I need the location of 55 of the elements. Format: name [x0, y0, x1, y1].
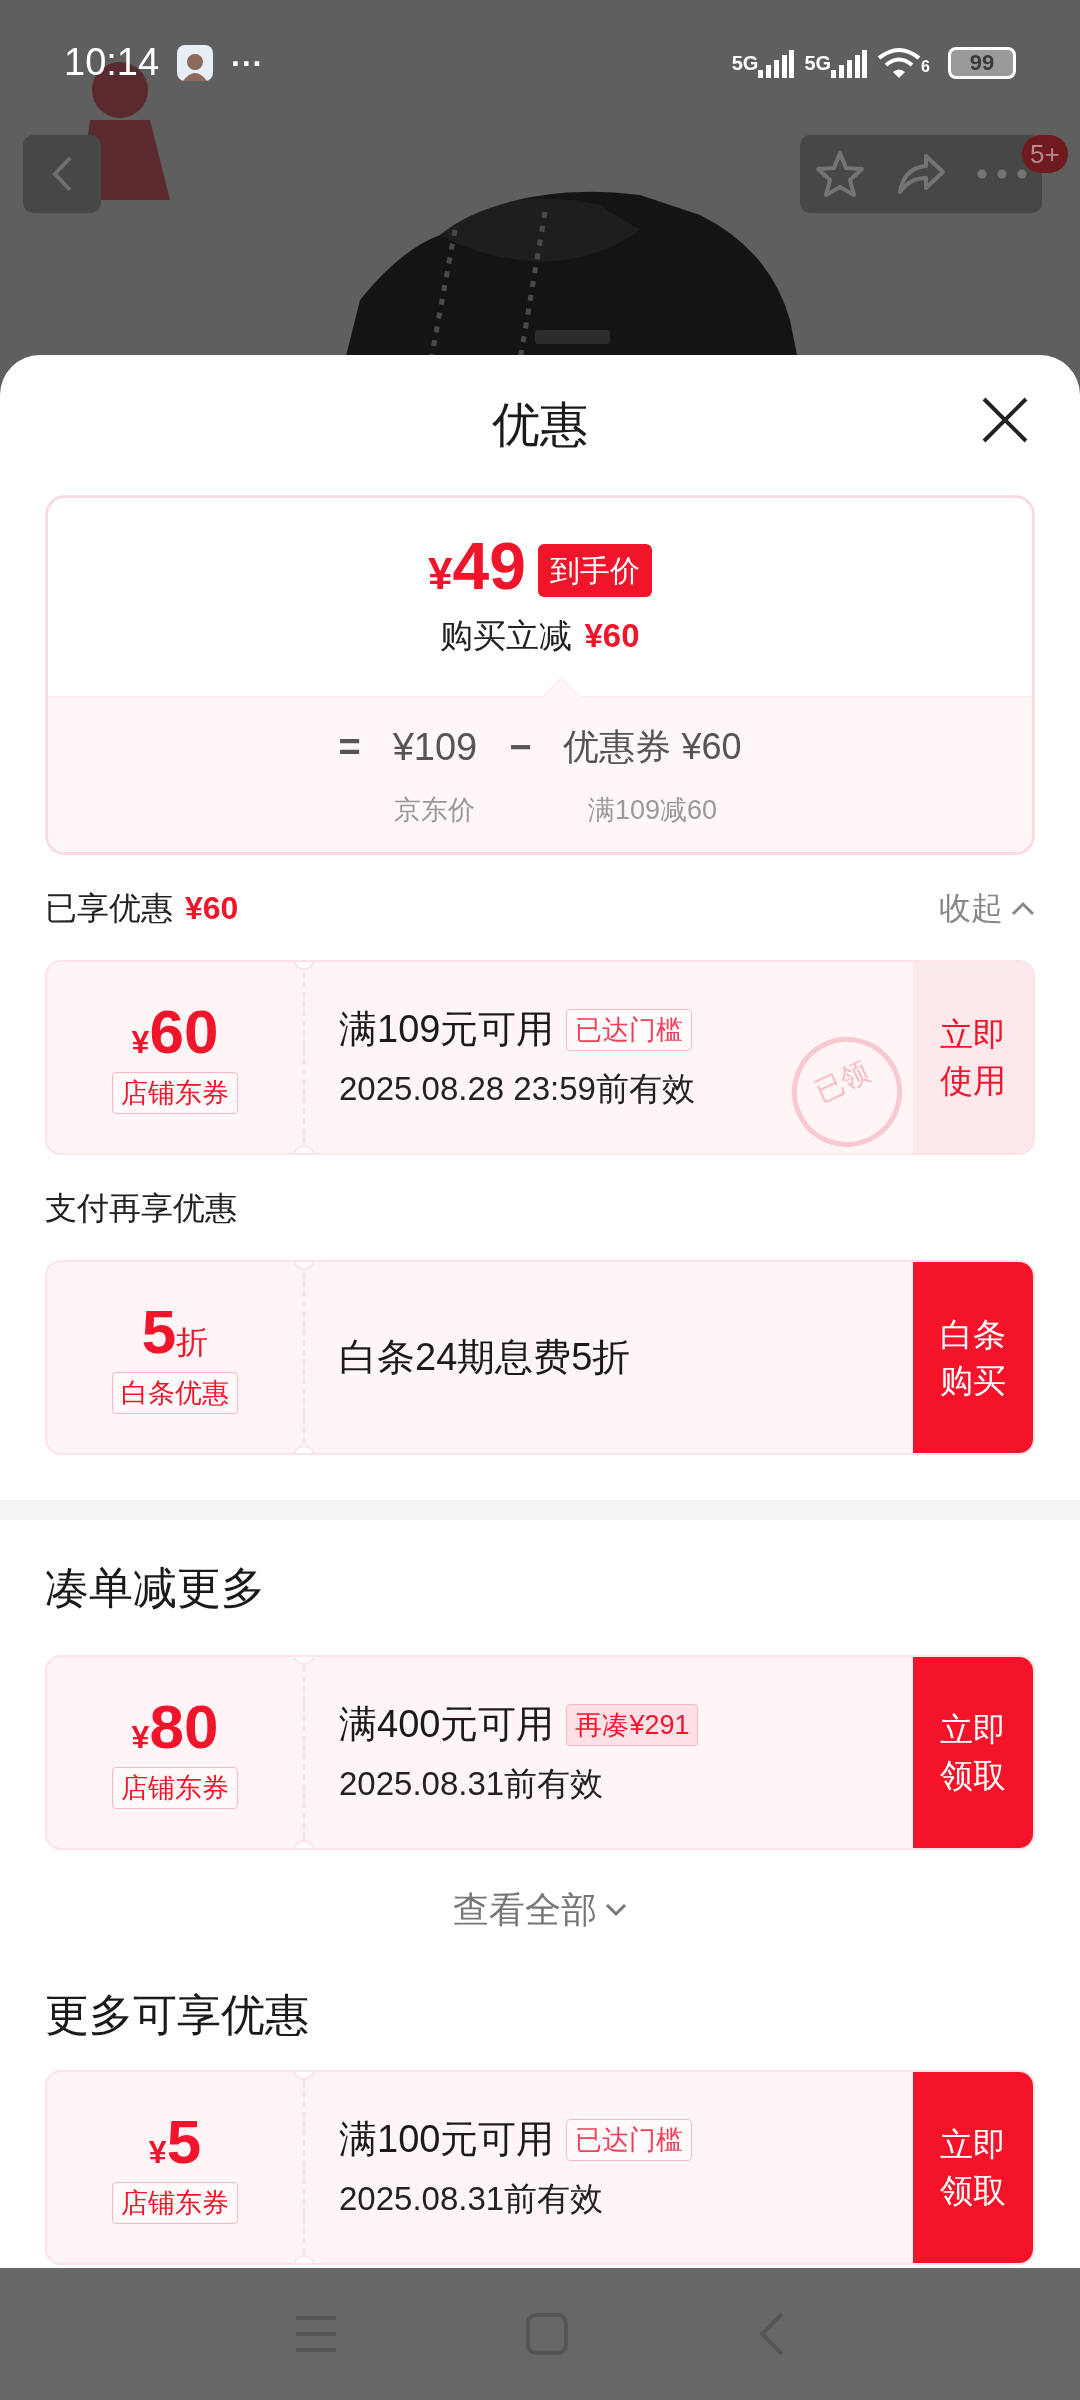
chevron-down-icon	[605, 1903, 627, 1917]
threshold-badge: 已达门槛	[566, 1008, 693, 1051]
more-notifications-icon: ···	[231, 38, 264, 87]
view-all-link[interactable]: 查看全部	[453, 1883, 627, 1937]
equals-sign: =	[338, 724, 361, 770]
signal-icon	[758, 49, 795, 78]
action-button[interactable]: 立即领取	[913, 1657, 1033, 1848]
coupon-value: ¥60	[131, 1000, 219, 1066]
collapse-toggle[interactable]: 收起	[939, 883, 1035, 932]
signal-icon	[831, 49, 868, 78]
coupon-tag: 店铺东券	[112, 1766, 238, 1810]
close-button[interactable]	[980, 395, 1030, 445]
applied-amount: ¥60	[185, 888, 239, 928]
price-tag: 到手价	[537, 543, 652, 597]
section-heading: 凑单减更多	[45, 1561, 265, 1614]
section-heading: 更多可享优惠	[45, 1989, 309, 2041]
coupon-condition: 白条24期息费5折	[339, 1335, 631, 1380]
section-label: 支付再享优惠	[45, 1188, 237, 1228]
coupon-tag: 店铺东券	[112, 2181, 238, 2225]
battery-icon: 99	[948, 46, 1016, 79]
clock-time: 10:14	[64, 40, 160, 85]
final-price: ¥49	[428, 533, 526, 606]
threshold-badge: 再凑¥291	[566, 1703, 699, 1746]
wifi-icon	[877, 46, 922, 79]
chevron-left-icon	[50, 154, 74, 194]
action-button[interactable]: 立即领取	[913, 2072, 1033, 2263]
coupon-value: 5折	[141, 1300, 209, 1366]
coupon-validity: 2025.08.31前有效	[339, 2179, 604, 2220]
coupon-tag: 店铺东券	[112, 1071, 238, 1115]
chevron-up-icon	[1011, 899, 1035, 916]
coupon-condition: 满400元可用	[339, 1702, 555, 1748]
wifi-band-label: 6	[921, 56, 930, 77]
discount-label: 满109减60	[586, 793, 718, 827]
saving-amount: ¥60	[584, 616, 640, 657]
section-label: 已享优惠	[45, 888, 173, 928]
threshold-badge: 已达门槛	[566, 2118, 693, 2161]
network-label: 5G	[731, 50, 759, 76]
coupon-validity: 2025.08.28 23:59前有效	[339, 1069, 695, 1110]
coupon-tag: 白条优惠	[112, 1371, 238, 1415]
base-price-label: 京东价	[393, 793, 477, 827]
action-button[interactable]: 立即使用	[913, 962, 1033, 1153]
minus-sign: −	[509, 724, 532, 770]
coupon-validity: 2025.08.31前有效	[339, 1764, 604, 1805]
coupon-value: ¥5	[148, 2110, 202, 2176]
coupon-discount: 优惠券 ¥60	[563, 725, 742, 770]
coupon-condition: 满100元可用	[339, 2117, 555, 2163]
saving-label: 购买立减	[440, 616, 573, 657]
coupon-value: ¥80	[131, 1695, 219, 1761]
coupon-condition: 满109元可用	[339, 1007, 555, 1053]
avatar-icon	[177, 44, 214, 81]
network-label: 5G	[804, 50, 832, 76]
sheet-title: 优惠	[492, 397, 588, 453]
base-price: ¥109	[392, 724, 478, 770]
back-button[interactable]	[23, 135, 101, 213]
action-button[interactable]: 白条购买	[913, 1262, 1033, 1453]
